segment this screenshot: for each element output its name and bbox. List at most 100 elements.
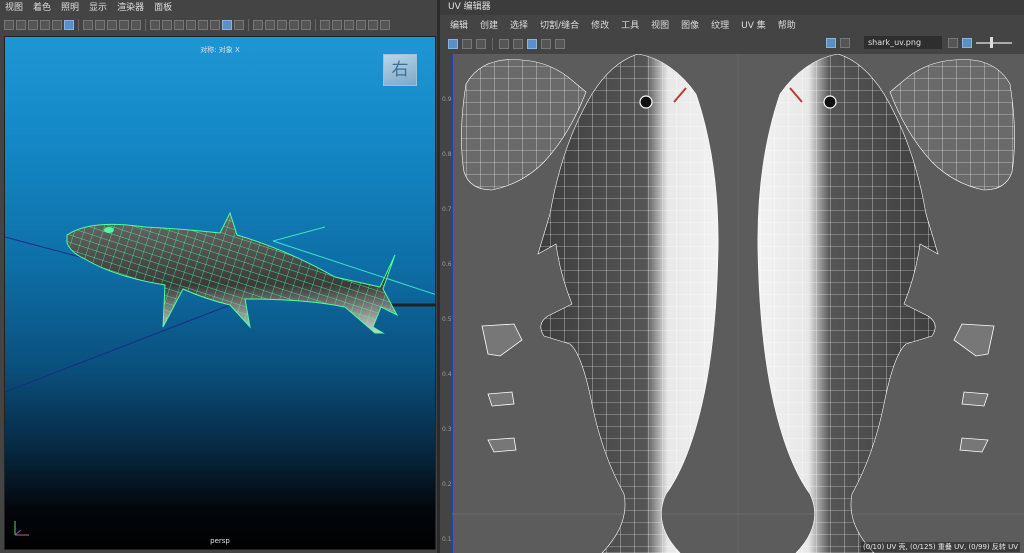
- uv-menu-textures[interactable]: 纹理: [705, 18, 735, 31]
- rgb-channel-icon[interactable]: [948, 38, 958, 48]
- uv-shell-fin-small: [481, 323, 523, 357]
- viewcube-icon[interactable]: 右: [383, 54, 417, 86]
- depth-of-field-icon[interactable]: [301, 20, 311, 30]
- isolate-select-icon[interactable]: [320, 20, 330, 30]
- ruler-tick: 0.5: [442, 316, 452, 323]
- toolbar-separator: [315, 19, 316, 31]
- antialias-icon[interactable]: [289, 20, 299, 30]
- shaded-uv-icon[interactable]: [527, 38, 537, 49]
- menu-renderer[interactable]: 渲染器: [112, 0, 149, 17]
- safe-action-icon[interactable]: [119, 20, 129, 30]
- texture-name: shark_uv.png: [868, 38, 922, 47]
- default-material-icon[interactable]: [174, 20, 184, 30]
- ruler-tick: 0.2: [442, 481, 452, 488]
- menu-lighting[interactable]: 照明: [56, 0, 84, 17]
- uv-menu-edit[interactable]: 编辑: [444, 18, 474, 31]
- axis-gizmo: [14, 521, 29, 536]
- image-plane-icon[interactable]: [40, 20, 50, 30]
- xray-active-icon[interactable]: [332, 20, 342, 30]
- menu-view[interactable]: 视图: [0, 0, 28, 17]
- texture-borders-icon[interactable]: [499, 38, 509, 49]
- ruler-tick: 0.6: [442, 261, 452, 268]
- perspective-viewport[interactable]: 对称: 对象 X 右 persp: [4, 36, 436, 550]
- checker-icon[interactable]: [513, 38, 523, 49]
- ruler-tick: 0.3: [442, 426, 452, 433]
- field-chart-icon[interactable]: [107, 20, 117, 30]
- ruler-tick: 0.4: [442, 371, 452, 378]
- exposure-reset-icon[interactable]: [962, 38, 972, 48]
- display-image-icon[interactable]: [826, 38, 836, 48]
- uv-eye-hole: [823, 95, 837, 109]
- smooth-shade-icon[interactable]: [162, 20, 172, 30]
- camera-icon[interactable]: [4, 20, 14, 30]
- grid-icon[interactable]: [52, 20, 62, 30]
- ruler-tick: 0.1: [442, 536, 452, 543]
- textured-icon[interactable]: [198, 20, 208, 30]
- xray-icon[interactable]: [222, 20, 232, 30]
- snapshot-icon[interactable]: [555, 38, 565, 49]
- symmetry-hud: 对称: 对象 X: [200, 46, 240, 54]
- film-gate-icon[interactable]: [64, 20, 74, 30]
- uv-menu-select[interactable]: 选择: [504, 18, 534, 31]
- uv-status-readout: (0/10) UV 壳, (0/125) 重叠 UV, (0/99) 反转 UV: [861, 542, 1020, 552]
- resolution-gate-icon[interactable]: [83, 20, 93, 30]
- motion-blur-icon[interactable]: [277, 20, 287, 30]
- snap-icon[interactable]: [462, 38, 472, 49]
- xray-joints-icon[interactable]: [234, 20, 244, 30]
- camera-attr-icon[interactable]: [16, 20, 26, 30]
- uv-menu-create[interactable]: 创建: [474, 18, 504, 31]
- uv-menu-uvsets[interactable]: UV 集: [735, 18, 772, 31]
- uv-vertical-ruler: 0.9 0.8 0.7 0.6 0.5 0.4 0.3 0.2 0.1: [440, 54, 452, 553]
- uv-menu-image[interactable]: 图像: [675, 18, 705, 31]
- ruler-tick: 0.9: [442, 96, 452, 103]
- lights-icon[interactable]: [210, 20, 220, 30]
- grid-toggle-icon[interactable]: [448, 38, 458, 49]
- view-transform-icon[interactable]: [380, 20, 390, 30]
- distortion-icon[interactable]: [476, 38, 486, 49]
- toolbar-separator: [78, 19, 79, 31]
- viewport-panel: 视图 着色 照明 显示 渲染器 面板 对称: 对象 X 右 persp: [0, 0, 440, 553]
- exposure-slider[interactable]: [976, 42, 1012, 44]
- toolbar-separator: [248, 19, 249, 31]
- uv-menu-help[interactable]: 帮助: [772, 18, 802, 31]
- ruler-tick: 0.7: [442, 206, 452, 213]
- uv-menu-modify[interactable]: 修改: [585, 18, 615, 31]
- image-filter-icon[interactable]: [840, 38, 850, 48]
- viewport-menubar: 视图 着色 照明 显示 渲染器 面板: [0, 0, 440, 17]
- uv-menu-cut-sew[interactable]: 切割/缝合: [534, 18, 585, 31]
- uv-shell-fin-small: [959, 437, 989, 453]
- wireframe-icon[interactable]: [150, 20, 160, 30]
- ssao-icon[interactable]: [265, 20, 275, 30]
- exposure-slider-knob[interactable]: [990, 37, 993, 48]
- shark-eye: [104, 227, 114, 233]
- uv-layout-canvas[interactable]: [452, 54, 1024, 553]
- shark-wire-overlay: [67, 213, 397, 333]
- uv-shell-fin-small: [487, 437, 517, 453]
- uv-editor-title: UV 编辑器: [440, 0, 1024, 15]
- menu-shading[interactable]: 着色: [28, 0, 56, 17]
- gate-mask-icon[interactable]: [95, 20, 105, 30]
- shadows-icon[interactable]: [253, 20, 263, 30]
- wireframe-on-shaded-icon[interactable]: [186, 20, 196, 30]
- uv-shell-fin-small: [953, 323, 995, 357]
- toolbar-separator: [492, 37, 493, 50]
- toolbar-separator: [145, 19, 146, 31]
- viewport-toolbar: [0, 17, 440, 33]
- exposure-icon[interactable]: [344, 20, 354, 30]
- uv-shells[interactable]: [452, 54, 1024, 553]
- shark-wireframe-model[interactable]: [5, 37, 436, 550]
- bookmark-icon[interactable]: [28, 20, 38, 30]
- gamma-icon[interactable]: [356, 20, 366, 30]
- menu-panels[interactable]: 面板: [149, 0, 177, 17]
- uv-eye-hole: [639, 95, 653, 109]
- color-management-icon[interactable]: [368, 20, 378, 30]
- dim-image-icon[interactable]: [541, 38, 551, 49]
- ruler-tick: 0.8: [442, 151, 452, 158]
- uv-editor-panel: UV 编辑器 编辑 创建 选择 切割/缝合 修改 工具 视图 图像 纹理 UV …: [440, 0, 1024, 553]
- safe-title-icon[interactable]: [131, 20, 141, 30]
- uv-shell-fin-small: [961, 391, 989, 407]
- menu-show[interactable]: 显示: [84, 0, 112, 17]
- uv-shell-fin-small: [487, 391, 515, 407]
- uv-menu-tools[interactable]: 工具: [615, 18, 645, 31]
- uv-menu-view[interactable]: 视图: [645, 18, 675, 31]
